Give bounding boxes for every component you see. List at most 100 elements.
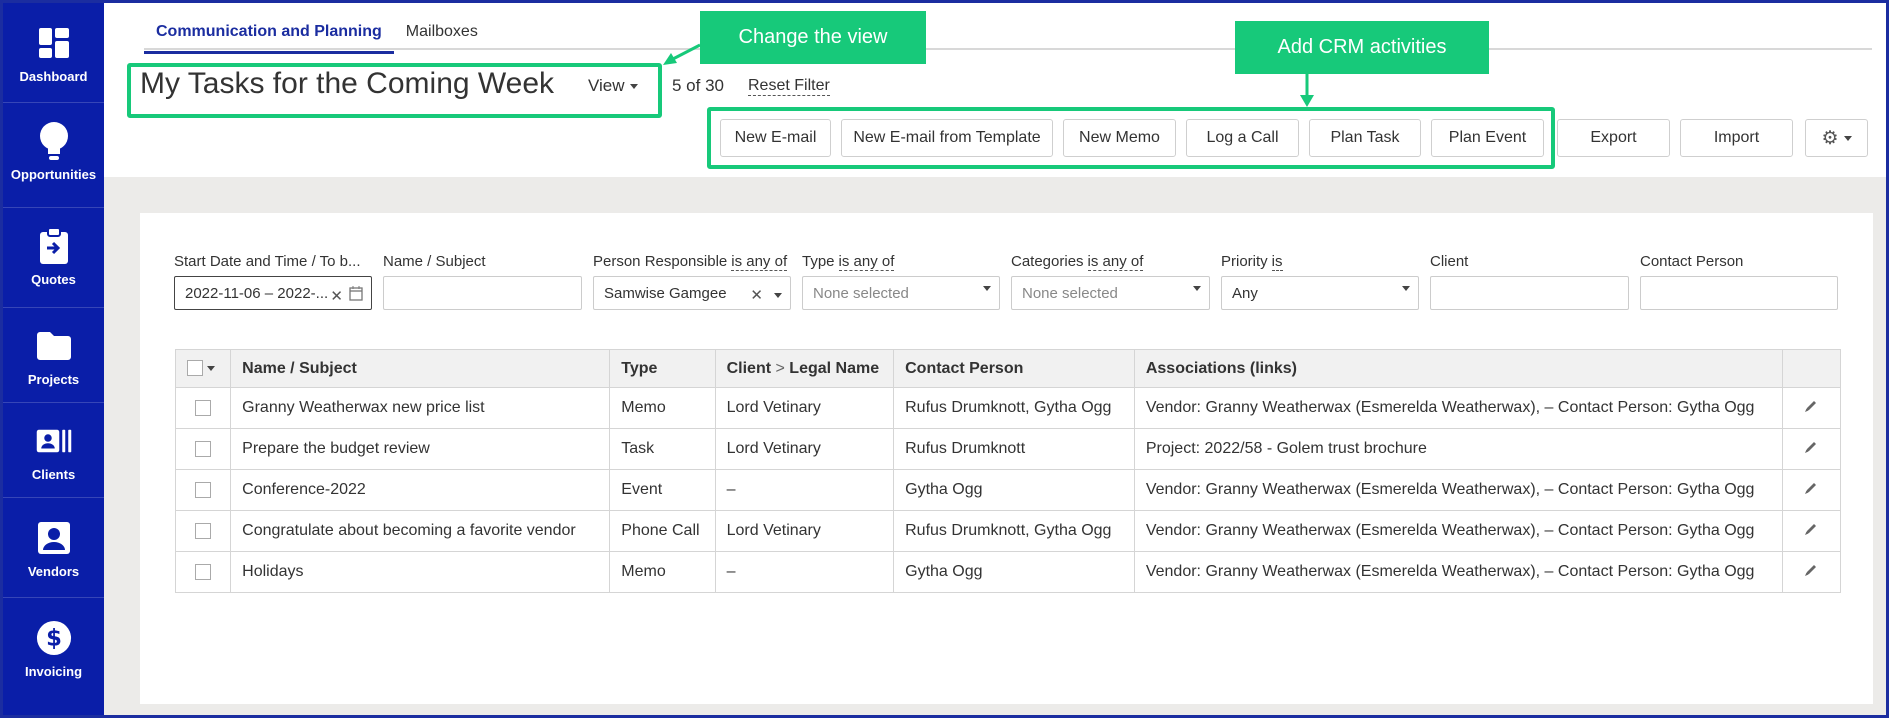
cell-name[interactable]: Conference-2022 bbox=[230, 469, 611, 511]
gear-icon: ⚙ bbox=[1821, 127, 1839, 149]
row-actions-cell bbox=[1781, 551, 1842, 593]
cell-associations: Project: 2022/58 - Golem trust brochure bbox=[1133, 428, 1783, 470]
filter-operator[interactable]: is any of bbox=[838, 253, 895, 271]
row-checkbox[interactable] bbox=[195, 522, 212, 539]
sidebar-item-label: Dashboard bbox=[19, 69, 88, 84]
client-input[interactable] bbox=[1430, 276, 1629, 310]
sidebar-item-label: Clients bbox=[31, 467, 76, 482]
edit-pencil-icon[interactable] bbox=[1804, 523, 1818, 540]
table-row[interactable]: Conference-2022 Event – Gytha Ogg Vendor… bbox=[174, 469, 1842, 511]
filter-operator[interactable]: is bbox=[1271, 253, 1283, 271]
filter-label-text: Person Responsible bbox=[593, 253, 728, 270]
filter-label-client: Client bbox=[1430, 253, 1469, 270]
table-row[interactable]: Congratulate about becoming a favorite v… bbox=[174, 510, 1842, 552]
column-header-associations[interactable]: Associations (links) bbox=[1133, 349, 1783, 388]
column-header-client[interactable]: Client > Legal Name bbox=[714, 349, 895, 388]
start-date-field[interactable]: 2022-11-06 – 2022-... ✕ bbox=[174, 276, 372, 310]
field-controls bbox=[978, 286, 991, 291]
cell-type: Memo bbox=[609, 551, 716, 593]
priority-select[interactable]: Any bbox=[1221, 276, 1419, 310]
name-subject-input[interactable] bbox=[383, 276, 582, 310]
cell-name[interactable]: Holidays bbox=[230, 551, 611, 593]
import-button[interactable]: Import bbox=[1680, 119, 1793, 157]
filter-label-text: Type bbox=[802, 253, 835, 270]
row-actions-cell bbox=[1781, 428, 1842, 470]
row-select-cell bbox=[174, 510, 232, 552]
edit-pencil-icon[interactable] bbox=[1804, 564, 1818, 581]
sidebar-item-clients[interactable]: Clients bbox=[3, 403, 104, 498]
field-controls: ✕ bbox=[750, 286, 782, 304]
column-header-name[interactable]: Name / Subject bbox=[230, 349, 611, 388]
add-crm-activities-callout: Add CRM activities bbox=[1235, 21, 1489, 74]
cell-type: Task bbox=[609, 428, 716, 470]
row-checkbox[interactable] bbox=[195, 399, 212, 416]
row-select-cell bbox=[174, 551, 232, 593]
filter-label-start-date: Start Date and Time / To b... bbox=[174, 253, 361, 270]
sidebar-item-label: Quotes bbox=[31, 272, 76, 287]
caret-down-icon bbox=[774, 292, 782, 298]
sidebar-item-label: Vendors bbox=[27, 564, 80, 579]
select-all-header[interactable] bbox=[174, 349, 232, 388]
table-header-row: Name / Subject Type Client > Legal Name … bbox=[174, 349, 1842, 388]
column-header-type[interactable]: Type bbox=[609, 349, 716, 388]
clear-icon[interactable]: ✕ bbox=[750, 286, 763, 304]
cell-associations: Vendor: Granny Weatherwax (Esmerelda Wea… bbox=[1133, 387, 1783, 429]
table-row[interactable]: Prepare the budget review Task Lord Veti… bbox=[174, 428, 1842, 470]
caret-down-icon[interactable] bbox=[207, 365, 215, 371]
table-row[interactable]: Granny Weatherwax new price list Memo Lo… bbox=[174, 387, 1842, 429]
row-checkbox[interactable] bbox=[195, 440, 212, 457]
sidebar-item-invoicing[interactable]: $ Invoicing bbox=[3, 598, 104, 703]
reset-filter-link[interactable]: Reset Filter bbox=[748, 77, 830, 96]
sidebar: Dashboard Opportunities Quotes Projects … bbox=[3, 3, 104, 715]
sidebar-item-projects[interactable]: Projects bbox=[3, 308, 104, 403]
start-date-value: 2022-11-06 – 2022-... bbox=[185, 284, 329, 302]
cell-associations: Vendor: Granny Weatherwax (Esmerelda Wea… bbox=[1133, 551, 1783, 593]
column-header-contact[interactable]: Contact Person bbox=[893, 349, 1135, 388]
cell-client: – bbox=[714, 551, 895, 593]
sidebar-item-quotes[interactable]: Quotes bbox=[3, 208, 104, 308]
sidebar-item-label: Invoicing bbox=[24, 664, 83, 679]
cell-name[interactable]: Granny Weatherwax new price list bbox=[230, 387, 611, 429]
row-actions-cell bbox=[1781, 387, 1842, 429]
filter-label-priority: Priority is bbox=[1221, 253, 1283, 271]
sidebar-item-dashboard[interactable]: Dashboard bbox=[3, 3, 104, 103]
edit-pencil-icon[interactable] bbox=[1804, 441, 1818, 458]
row-checkbox[interactable] bbox=[195, 563, 212, 580]
select-all-checkbox[interactable] bbox=[187, 360, 203, 377]
edit-pencil-icon[interactable] bbox=[1804, 482, 1818, 499]
cell-client: Lord Vetinary bbox=[714, 510, 895, 552]
type-select[interactable]: None selected bbox=[802, 276, 1000, 310]
filter-operator[interactable]: is any of bbox=[731, 253, 788, 271]
settings-button[interactable]: ⚙ bbox=[1805, 119, 1868, 157]
tasks-table: Name / Subject Type Client > Legal Name … bbox=[174, 349, 1842, 593]
cell-client: – bbox=[714, 469, 895, 511]
row-checkbox[interactable] bbox=[195, 481, 212, 498]
person-responsible-value: Samwise Gamgee bbox=[604, 284, 727, 302]
svg-text:$: $ bbox=[46, 626, 62, 652]
record-count: 5 of 30 bbox=[672, 76, 724, 95]
cell-name[interactable]: Congratulate about becoming a favorite v… bbox=[230, 510, 611, 552]
person-card-icon bbox=[36, 520, 72, 556]
sidebar-item-vendors[interactable]: Vendors bbox=[3, 498, 104, 598]
row-select-cell bbox=[174, 387, 232, 429]
filter-operator[interactable]: is any of bbox=[1087, 253, 1144, 271]
table-row[interactable]: Holidays Memo – Gytha Ogg Vendor: Granny… bbox=[174, 551, 1842, 593]
cell-contact: Rufus Drumknott, Gytha Ogg bbox=[893, 510, 1135, 552]
caret-down-icon bbox=[983, 286, 991, 291]
calendar-icon[interactable] bbox=[349, 286, 363, 305]
clear-icon[interactable]: ✕ bbox=[330, 287, 343, 305]
contact-person-input[interactable] bbox=[1640, 276, 1838, 310]
filter-label-text: Categories bbox=[1011, 253, 1084, 270]
categories-select[interactable]: None selected bbox=[1011, 276, 1210, 310]
cell-contact: Gytha Ogg bbox=[893, 551, 1135, 593]
cell-name[interactable]: Prepare the budget review bbox=[230, 428, 611, 470]
sidebar-item-opportunities[interactable]: Opportunities bbox=[3, 103, 104, 208]
person-responsible-select[interactable]: Samwise Gamgee ✕ bbox=[593, 276, 791, 310]
clipboard-icon bbox=[36, 227, 72, 264]
contact-card-icon bbox=[36, 423, 72, 459]
export-button[interactable]: Export bbox=[1557, 119, 1670, 157]
sidebar-item-label: Projects bbox=[27, 372, 80, 387]
edit-pencil-icon[interactable] bbox=[1804, 400, 1818, 417]
priority-value: Any bbox=[1232, 284, 1258, 302]
filter-label-text: Priority bbox=[1221, 253, 1268, 270]
